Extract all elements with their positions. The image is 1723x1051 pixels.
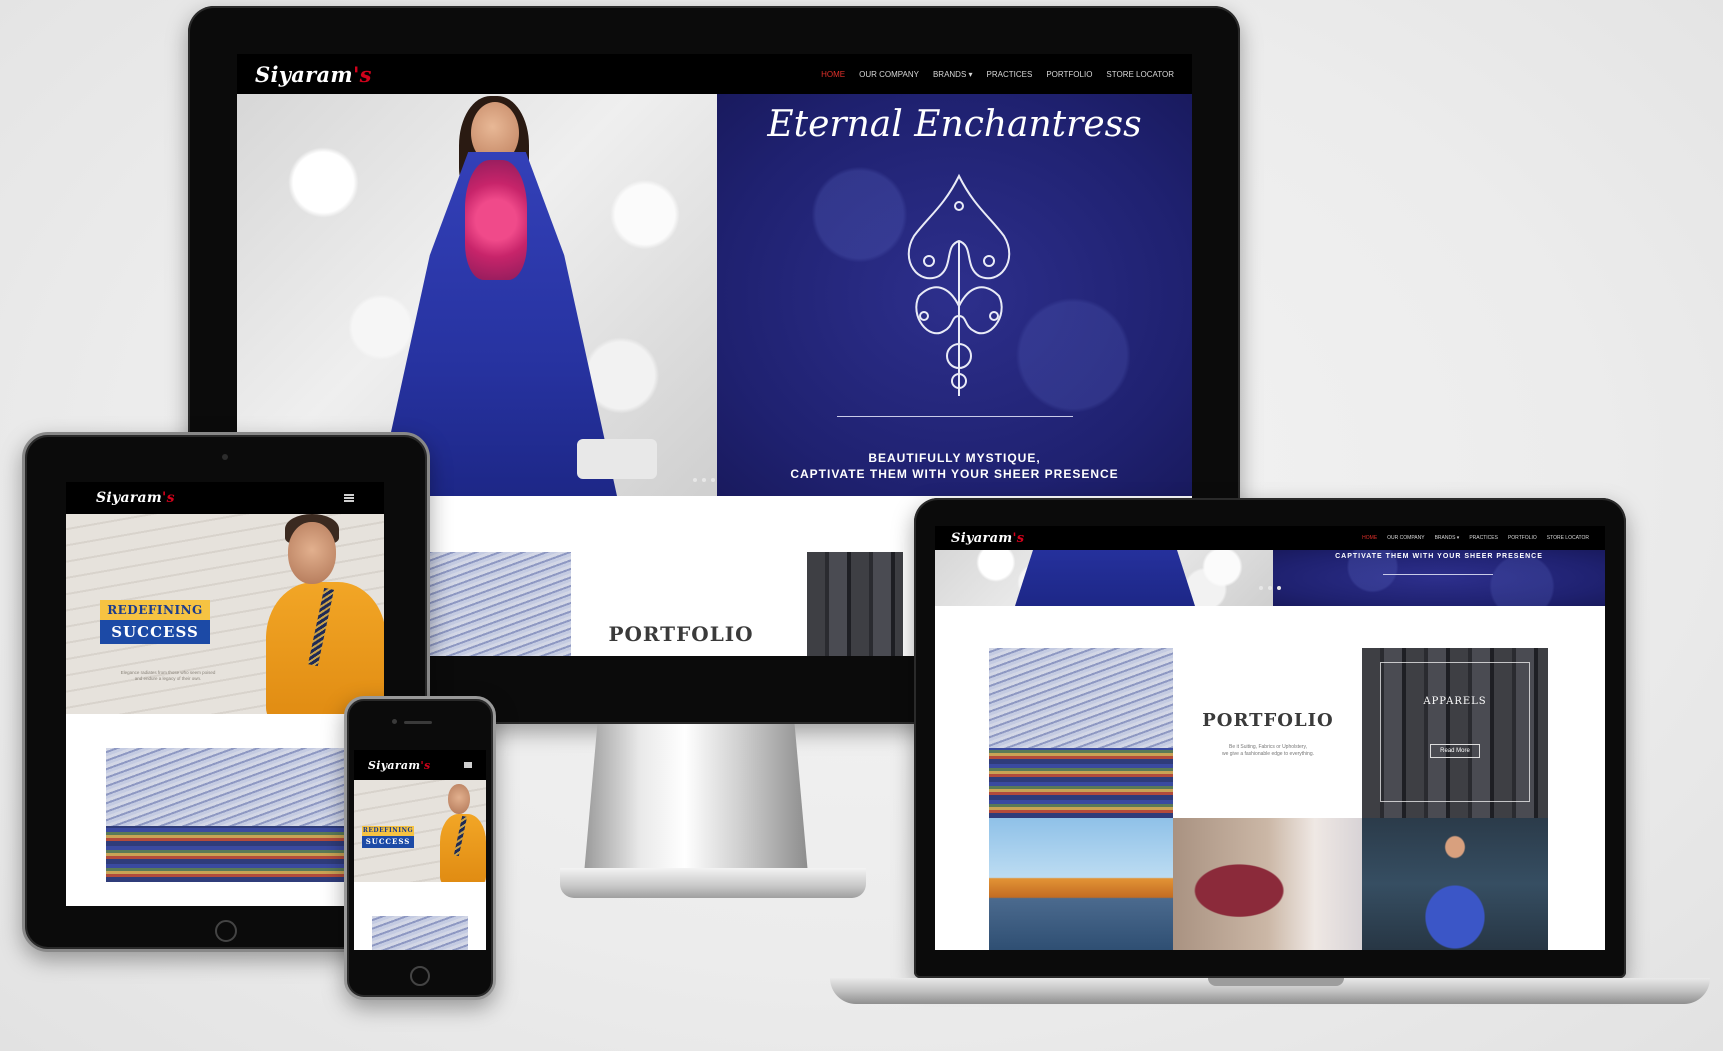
site-logo[interactable]: Siyaram's [255, 62, 372, 87]
hero-divider [837, 416, 1073, 417]
laptop-notch [1208, 978, 1344, 986]
laptop-hero-image [935, 550, 1273, 606]
laptop-hero-tagline: Captivate them with your sheer presence [1335, 553, 1543, 560]
tablet-navbar: Siyaram's [66, 482, 384, 514]
laptop-carousel-dots[interactable] [1259, 586, 1281, 590]
portfolio-fabric-tile[interactable] [989, 648, 1173, 818]
promo-text-line2: and endure a legacy of their own. [134, 675, 202, 681]
portfolio-heading: PORTFOLIO [608, 622, 754, 646]
tablet-fabric-tile[interactable] [106, 748, 384, 882]
nav-item-portfolio[interactable]: Portfolio [1508, 535, 1537, 541]
promo-badge-top: REDEFINING [362, 826, 414, 836]
laptop-logo[interactable]: Siyaram's [951, 531, 1024, 546]
laptop-hero-banner: Captivate them with your sheer presence [1273, 550, 1605, 606]
portfolio-ethnic-tile[interactable] [1362, 818, 1548, 950]
logo-text: Siyaram [255, 61, 353, 87]
promo-badge-bottom: SUCCESS [362, 836, 414, 848]
portfolio-description-line2: we give a fashionable edge to everything… [1221, 751, 1314, 757]
logo-apostrophe: 's [352, 61, 372, 87]
nav-item-home[interactable]: Home [821, 70, 845, 79]
nav-item-our-company[interactable]: Our Company [1387, 535, 1424, 541]
read-more-button[interactable]: Read More [1430, 744, 1480, 758]
logo-text: Siyaram [368, 758, 421, 772]
phone-screen: Siyaram's REDEFINING SUCCESS [354, 750, 486, 950]
menu-icon[interactable] [344, 494, 354, 502]
hero-pedestal [577, 439, 657, 479]
logo-text: Siyaram [951, 530, 1013, 546]
portfolio-description-line1: Be it Suiting, Fabrics or Upholstery, [1229, 744, 1307, 750]
hero-tagline: Beautifully Mystique, Captivate them wit… [717, 450, 1192, 482]
nav-item-portfolio[interactable]: Portfolio [1046, 70, 1092, 79]
phone-home-button[interactable] [410, 966, 430, 986]
nav-item-practices[interactable]: Practices [1469, 535, 1498, 541]
nav-item-brands[interactable]: Brands ▾ [933, 70, 973, 79]
portfolio-apparels-tile[interactable] [807, 552, 903, 656]
nav-item-brands[interactable]: Brands ▾ [1435, 535, 1460, 541]
portfolio-description: Be it Suiting, Fabrics or Upholstery, we… [1183, 744, 1353, 758]
hero-divider [1383, 574, 1493, 575]
monitor-stand-neck [584, 724, 808, 874]
nav-links: Home Our Company Brands ▾ Practices Port… [821, 70, 1174, 79]
phone-fabric-tile[interactable] [372, 916, 468, 950]
model-dress [1015, 550, 1195, 606]
phone-speaker [404, 721, 432, 724]
site-navbar: Siyaram's Home Our Company Brands ▾ Prac… [237, 54, 1192, 94]
phone-logo[interactable]: Siyaram's [368, 759, 430, 772]
portfolio-apparels-tile[interactable]: APPARELS Read More [1362, 648, 1548, 818]
apparels-frame [1380, 662, 1530, 802]
nav-item-store-locator[interactable]: Store Locator [1106, 70, 1174, 79]
nav-item-our-company[interactable]: Our Company [859, 70, 919, 79]
hero-tagline-line1: Beautifully Mystique, [868, 451, 1041, 465]
man-face [448, 784, 470, 814]
phone-front-camera [392, 719, 397, 724]
laptop-navbar: Siyaram's Home Our Company Brands ▾ Prac… [935, 526, 1605, 550]
tablet-screen: Siyaram's REDEFINING SUCCESS Elegance ra… [66, 482, 384, 906]
portfolio-heading: PORTFOLIO [1202, 710, 1334, 731]
tablet-camera [222, 454, 228, 460]
portfolio-industry-tile[interactable] [989, 818, 1173, 950]
promo-badge-top: REDEFINING [100, 600, 210, 620]
ornament-icon [907, 173, 1011, 396]
man-face [288, 522, 336, 584]
nav-item-home[interactable]: Home [1362, 535, 1377, 541]
tablet-home-button[interactable] [215, 920, 237, 942]
tablet-hero-image: REDEFINING SUCCESS Elegance radiates fro… [66, 514, 384, 714]
apparels-label: APPARELS [1423, 696, 1487, 707]
fabric-stack [989, 748, 1173, 818]
hero-script-title: Eternal Enchantress [767, 104, 1142, 145]
hero-tagline-line2: Captivate them with your sheer presence [790, 467, 1119, 482]
promo-badge-bottom: SUCCESS [100, 620, 210, 644]
carousel-dots[interactable] [693, 478, 715, 482]
phone-hero-image: REDEFINING SUCCESS [354, 780, 486, 882]
laptop-screen: Siyaram's Home Our Company Brands ▾ Prac… [935, 526, 1605, 950]
hero-banner: Eternal Enchantress Beautifully Mystique… [717, 94, 1192, 496]
nav-item-store-locator[interactable]: Store Locator [1547, 535, 1589, 541]
promo-text: Elegance radiates from those who seem po… [68, 670, 268, 682]
monitor-stand-foot [560, 868, 866, 898]
laptop-nav-links: Home Our Company Brands ▾ Practices Port… [1362, 535, 1589, 541]
logo-apostrophe: 's [162, 490, 175, 506]
logo-apostrophe: 's [420, 758, 431, 772]
nav-item-practices[interactable]: Practices [987, 70, 1033, 79]
phone-navbar: Siyaram's [354, 750, 486, 780]
portfolio-home-tile[interactable] [1173, 818, 1362, 950]
model-embroidery [465, 160, 527, 280]
tablet-logo[interactable]: Siyaram's [96, 490, 175, 506]
menu-icon[interactable] [464, 762, 472, 768]
logo-text: Siyaram [96, 490, 162, 506]
fabric-stack [106, 826, 384, 882]
logo-apostrophe: 's [1012, 530, 1025, 546]
